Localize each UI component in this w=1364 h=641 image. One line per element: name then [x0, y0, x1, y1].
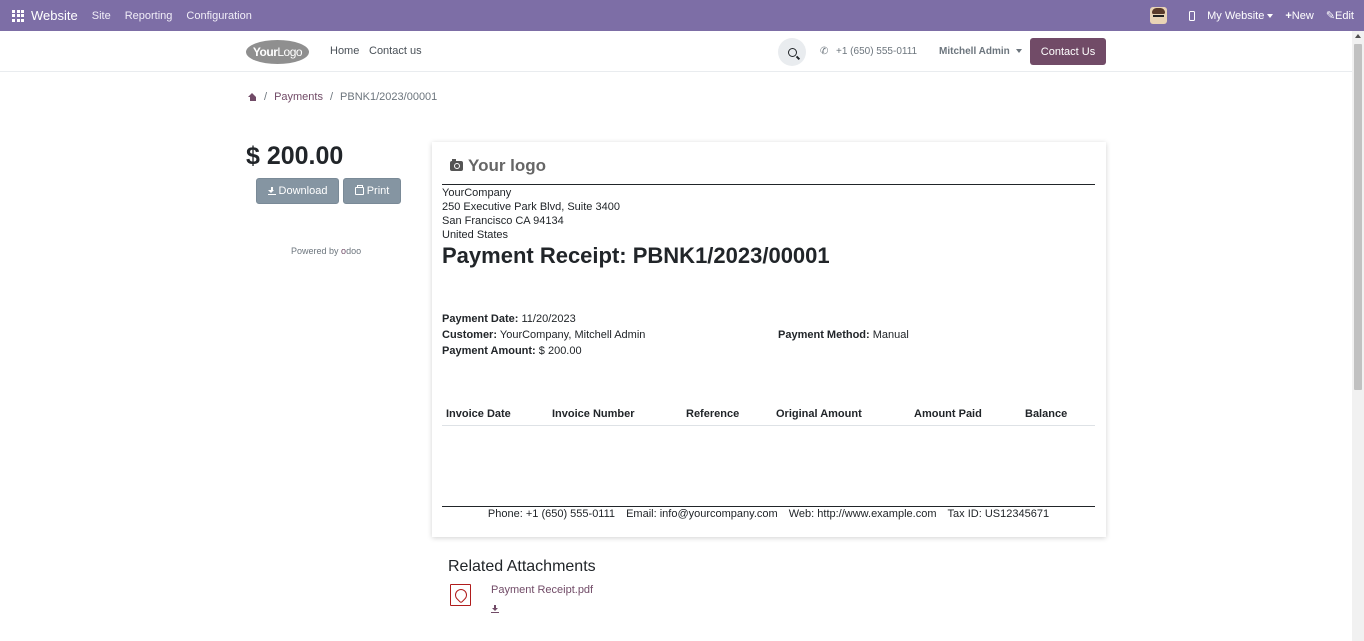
column-invoice-number: Invoice Number: [552, 408, 635, 420]
print-icon: [354, 185, 364, 195]
related-attachments-title: Related Attachments: [448, 558, 596, 575]
pdf-file-icon[interactable]: [450, 584, 471, 606]
document-logo-text: Your logo: [468, 156, 547, 175]
powered-by: Powered by odoo: [291, 246, 361, 256]
breadcrumb-separator: /: [264, 91, 268, 103]
footer-divider: [442, 506, 1095, 507]
admin-navbar: Website Site Reporting Configuration My …: [0, 0, 1364, 31]
home-icon[interactable]: [248, 93, 257, 101]
company-name: YourCompany: [442, 187, 512, 199]
breadcrumb-current: PBNK1/2023/00001: [340, 91, 438, 103]
footer-web: Web: http://www.example.com: [788, 508, 937, 520]
breadcrumb-separator: /: [329, 91, 334, 103]
admin-menu-site[interactable]: Site: [92, 10, 111, 22]
chevron-down-icon: [1267, 13, 1274, 18]
company-street: 250 Executive Park Blvd, Suite 3400: [442, 201, 620, 213]
chevron-down-icon: [1015, 49, 1022, 54]
search-button[interactable]: [778, 38, 806, 66]
customer-value: YourCompany, Mitchell Admin: [499, 329, 646, 341]
page-scrollbar[interactable]: [1352, 31, 1364, 641]
new-button-label: New: [1291, 9, 1314, 22]
odoo-rest: doo: [346, 246, 362, 256]
document-logo: Your logo: [450, 156, 546, 176]
payment-date-value: 11/20/2023: [521, 313, 576, 325]
mobile-preview-icon[interactable]: [1189, 10, 1196, 21]
payment-date-label: Payment Date:: [442, 313, 519, 325]
download-button[interactable]: Download: [256, 178, 339, 204]
column-amount-paid: Amount Paid: [914, 408, 982, 420]
print-button[interactable]: Print: [343, 178, 401, 204]
user-menu[interactable]: Mitchell Admin: [939, 46, 1022, 57]
download-button-label: Download: [278, 185, 328, 197]
column-reference: Reference: [686, 408, 740, 420]
scrollbar-thumb[interactable]: [1354, 44, 1362, 390]
company-country: United States: [442, 229, 509, 241]
apps-grid-icon[interactable]: [12, 9, 24, 22]
header-divider: [442, 184, 1095, 185]
receipt-title: Payment Receipt: PBNK1/2023/00001: [442, 243, 830, 268]
contact-us-button[interactable]: Contact Us: [1030, 38, 1106, 65]
nav-contact-us[interactable]: Contact us: [369, 45, 422, 57]
website-selector-label: My Website: [1207, 9, 1265, 22]
scroll-up-icon[interactable]: [1355, 34, 1361, 38]
payment-method-label: Payment Method:: [778, 329, 870, 341]
payment-amount-label: Payment Amount:: [442, 345, 536, 357]
logo-text-bold: Your: [252, 45, 278, 59]
edit-button-label: Edit: [1335, 10, 1354, 22]
pencil-icon: ✎: [1325, 10, 1336, 22]
attachment-link[interactable]: Payment Receipt.pdf: [491, 584, 593, 596]
site-logo[interactable]: Your Logo: [246, 40, 309, 64]
phone-icon: ✆: [820, 46, 829, 57]
download-icon: [491, 605, 499, 613]
new-button[interactable]: +New: [1285, 10, 1313, 22]
customer-label: Customer:: [442, 329, 498, 341]
logo-text-light: Logo: [277, 45, 303, 59]
search-icon: [787, 47, 797, 57]
customer: Customer: YourCompany, Mitchell Admin: [442, 329, 645, 341]
receipt-document: Your logo YourCompany 250 Executive Park…: [432, 142, 1106, 537]
payment-date: Payment Date: 11/20/2023: [442, 313, 576, 325]
powered-by-text: Powered by: [291, 246, 339, 256]
print-button-label: Print: [366, 185, 390, 197]
footer-phone: Phone: +1 (650) 555-0111: [487, 508, 616, 520]
payment-amount-total: $ 200.00: [246, 142, 344, 170]
site-header: Your Logo Home Contact us ✆ +1 (650) 555-…: [0, 31, 1352, 72]
admin-brand[interactable]: Website: [31, 8, 78, 23]
user-avatar[interactable]: [1150, 7, 1168, 24]
edit-button[interactable]: ✎Edit: [1326, 9, 1354, 22]
website-selector[interactable]: My Website: [1207, 9, 1274, 22]
document-footer: Phone: +1 (650) 555-0111 Email: info@you…: [442, 508, 1095, 520]
company-city: San Francisco CA 94134: [442, 215, 564, 227]
invoice-table: Invoice Date Invoice Number Reference Or…: [442, 404, 1095, 426]
company-address: YourCompany 250 Executive Park Blvd, Sui…: [442, 186, 620, 242]
download-icon: [267, 187, 276, 195]
camera-icon: [450, 159, 463, 171]
footer-tax-id: Tax ID: US12345671: [947, 508, 1050, 520]
attachment-download-icon[interactable]: [491, 600, 499, 618]
payment-method: Payment Method: Manual: [778, 329, 909, 341]
user-menu-label: Mitchell Admin: [939, 46, 1010, 57]
column-original-amount: Original Amount: [776, 408, 862, 420]
header-phone[interactable]: +1 (650) 555-0111: [836, 46, 917, 57]
nav-home[interactable]: Home: [330, 45, 359, 57]
footer-email: Email: info@yourcompany.com: [626, 508, 778, 520]
payment-method-value: Manual: [872, 329, 909, 341]
admin-menu-reporting[interactable]: Reporting: [125, 10, 173, 22]
column-invoice-date: Invoice Date: [446, 408, 511, 420]
admin-menu-configuration[interactable]: Configuration: [186, 10, 251, 22]
invoice-table-header: Invoice Date Invoice Number Reference Or…: [442, 404, 1095, 426]
payment-amount-value: $ 200.00: [538, 345, 582, 357]
column-balance: Balance: [1025, 408, 1068, 420]
payment-amount: Payment Amount: $ 200.00: [442, 345, 582, 357]
breadcrumb-payments[interactable]: Payments: [274, 91, 323, 103]
breadcrumb: / Payments / PBNK1/2023/00001: [248, 91, 437, 103]
odoo-link[interactable]: odoo: [341, 246, 361, 256]
